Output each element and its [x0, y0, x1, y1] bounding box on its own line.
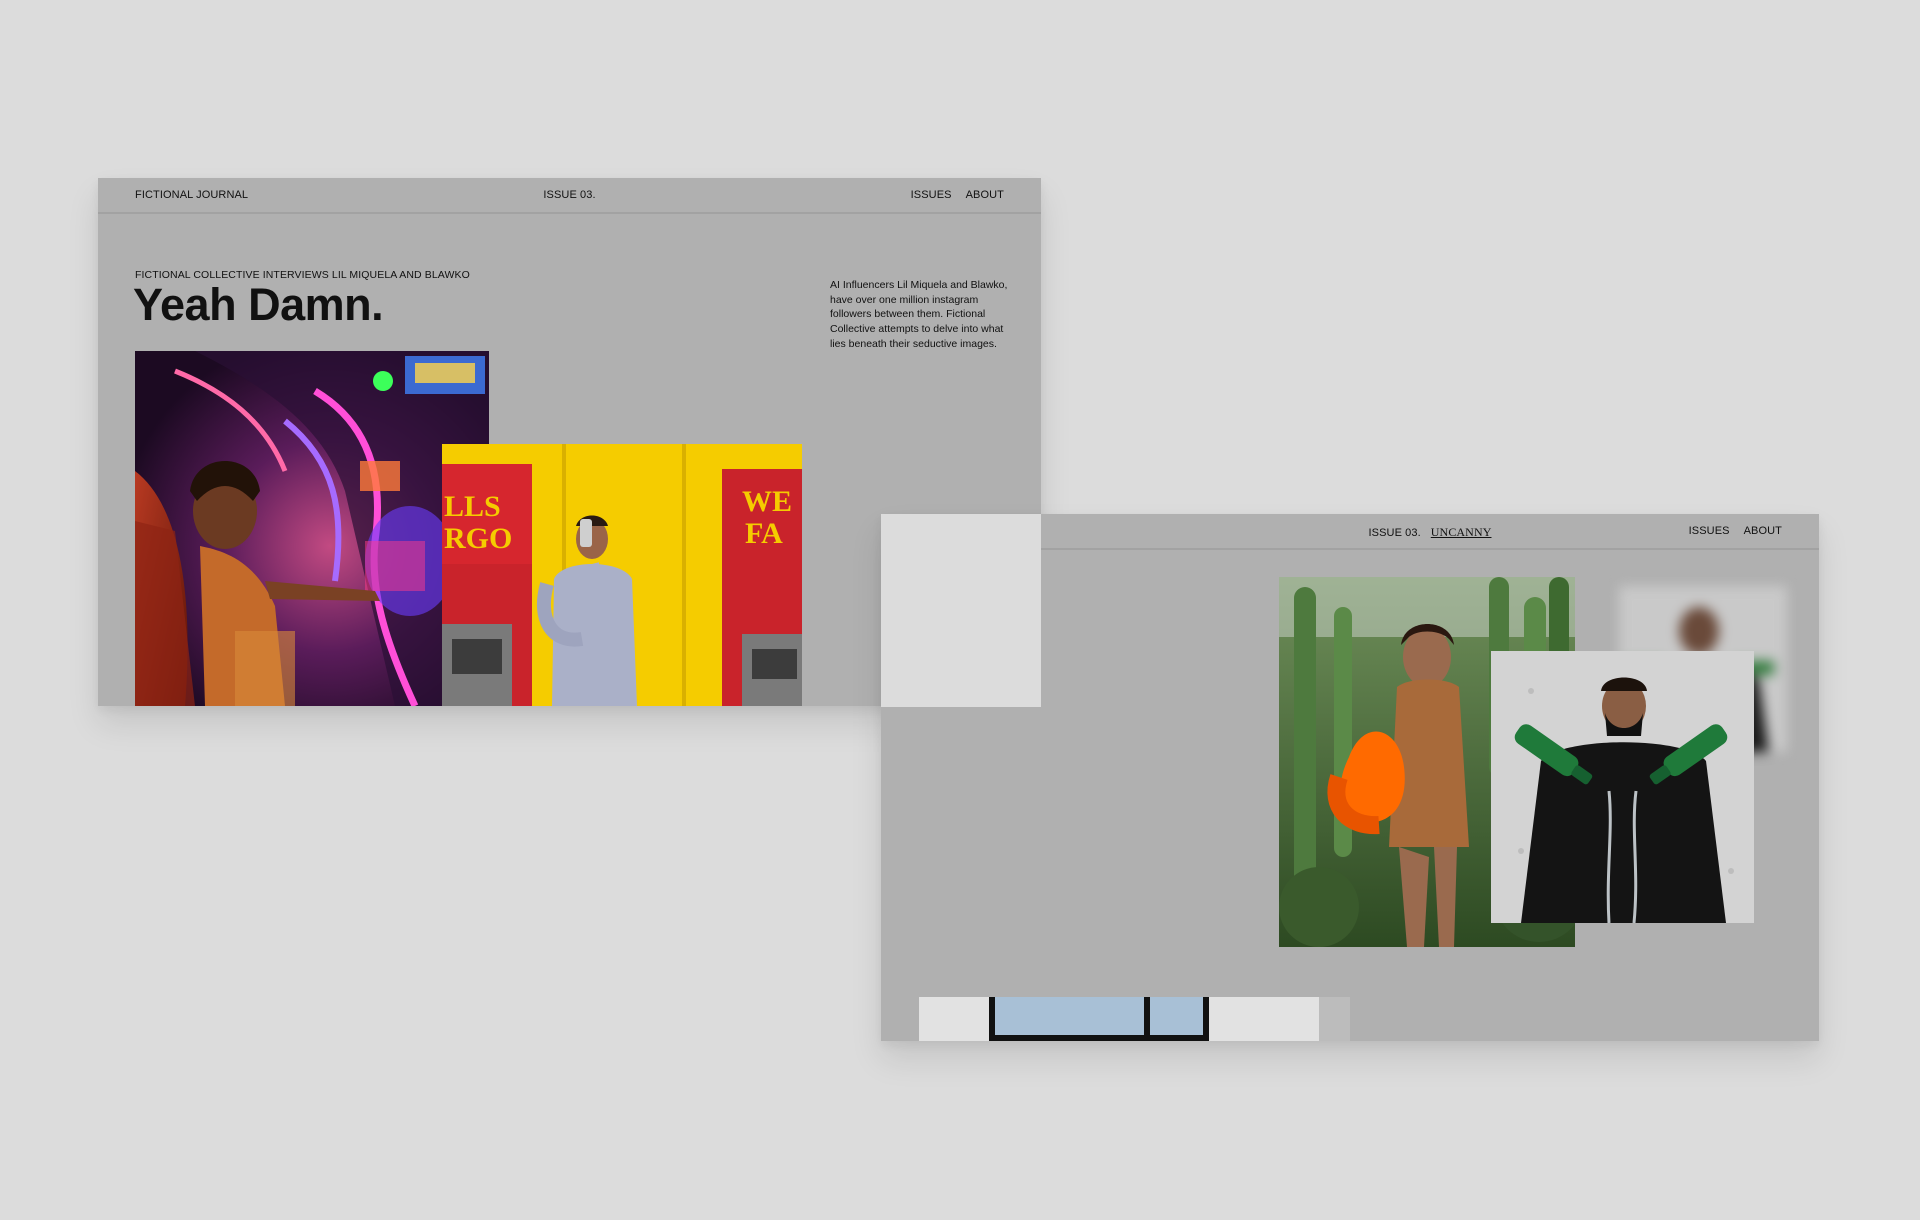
nav-links: ISSUES ABOUT: [897, 189, 1004, 201]
top-nav: FICTIONAL JOURNAL ISSUE 03. ISSUES ABOUT: [98, 178, 1041, 214]
bottles-portrait-photo[interactable]: [1491, 651, 1754, 923]
nav-issues-link[interactable]: ISSUES: [911, 189, 952, 201]
wells-fargo-sign-left-bottom: RGO: [444, 522, 512, 555]
issue-label[interactable]: ISSUE 03.: [543, 189, 595, 201]
issue-label[interactable]: ISSUE 03.: [1369, 527, 1421, 539]
issue-title-link[interactable]: UNCANNY: [1431, 525, 1492, 539]
wells-fargo-sign-right-bottom: FA: [745, 517, 783, 550]
frame-corner-background: [881, 514, 1041, 707]
site-brand-link[interactable]: FICTIONAL JOURNAL: [135, 189, 248, 201]
wells-fargo-sign-left-top: LLS: [444, 490, 501, 523]
article-headline: Yeah Damn.: [133, 279, 384, 330]
window-photo[interactable]: [919, 997, 1350, 1041]
nav-about-link[interactable]: ABOUT: [966, 189, 1004, 201]
nav-issues-link[interactable]: ISSUES: [1689, 525, 1730, 537]
article-intro: AI Influencers Lil Miquela and Blawko, h…: [830, 279, 1008, 350]
issue-title: ISSUE 03. UNCANNY: [1369, 525, 1492, 540]
nav-links: ISSUES ABOUT: [1675, 525, 1782, 537]
arcade-photo[interactable]: [135, 351, 489, 706]
gallery-page-frame: ISSUE 03. UNCANNY ISSUES ABOUT: [881, 514, 1819, 1041]
atm-photo[interactable]: LLS RGO WE FA: [442, 444, 802, 706]
nav-about-link[interactable]: ABOUT: [1744, 525, 1782, 537]
top-nav: ISSUE 03. UNCANNY ISSUES ABOUT: [1041, 514, 1819, 550]
wells-fargo-sign-right-top: WE: [742, 485, 792, 518]
